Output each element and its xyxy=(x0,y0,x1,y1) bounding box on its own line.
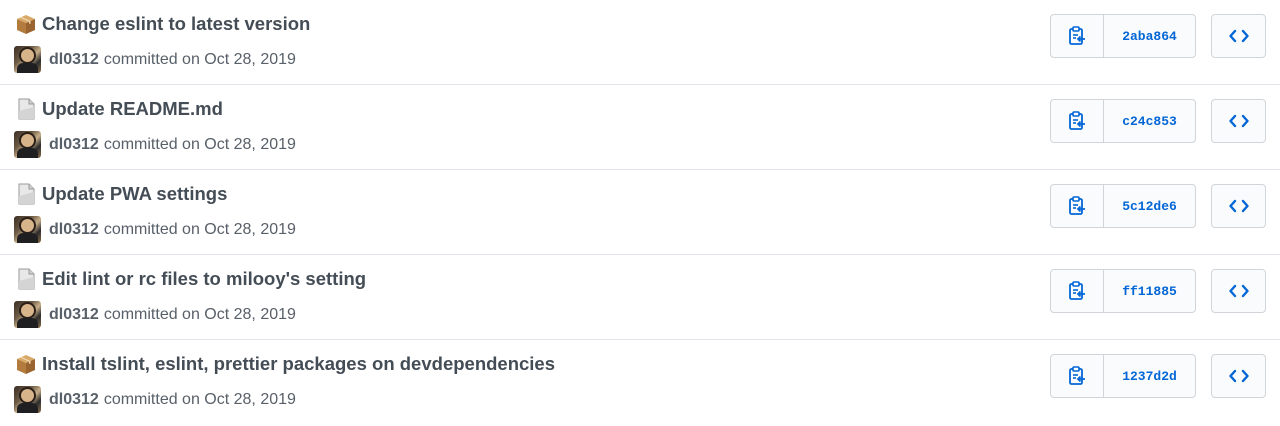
copy-sha-button[interactable] xyxy=(1051,100,1104,142)
commit-sha-group: 1237d2d xyxy=(1050,354,1196,398)
commit-date: committed on Oct 28, 2019 xyxy=(103,135,296,153)
commit-sha-link[interactable]: 2aba864 xyxy=(1104,15,1195,57)
clippy-icon xyxy=(1069,366,1085,385)
code-icon xyxy=(1228,29,1249,43)
commit-row: Update README.md dl0312 committed on Oct… xyxy=(0,85,1280,170)
page-icon xyxy=(14,267,38,291)
clippy-icon xyxy=(1069,196,1085,215)
copy-sha-button[interactable] xyxy=(1051,15,1104,57)
package-icon xyxy=(14,12,38,36)
browse-files-button[interactable] xyxy=(1211,184,1266,228)
avatar[interactable] xyxy=(14,131,41,158)
copy-sha-button[interactable] xyxy=(1051,185,1104,227)
clippy-icon xyxy=(1069,26,1085,45)
browse-files-button[interactable] xyxy=(1211,269,1266,313)
code-icon xyxy=(1228,284,1249,298)
commit-sha-group: c24c853 xyxy=(1050,99,1196,143)
commit-title[interactable]: Change eslint to latest version xyxy=(14,12,310,36)
clippy-icon xyxy=(1069,111,1085,130)
code-icon xyxy=(1228,114,1249,128)
commit-date: committed on Oct 28, 2019 xyxy=(103,390,296,408)
commit-author[interactable]: dl0312 xyxy=(49,391,99,409)
page-icon xyxy=(14,97,38,121)
commit-sha-group: 2aba864 xyxy=(1050,14,1196,58)
commit-message[interactable]: Install tslint, eslint, prettier package… xyxy=(42,353,555,375)
commit-author[interactable]: dl0312 xyxy=(49,221,99,239)
commit-author[interactable]: dl0312 xyxy=(49,136,99,154)
commit-meta: dl0312 committed on Oct 28, 2019 xyxy=(14,386,296,413)
commit-meta: dl0312 committed on Oct 28, 2019 xyxy=(14,216,296,243)
commit-list: Change eslint to latest version dl0312 c… xyxy=(0,0,1280,425)
commit-row: Change eslint to latest version dl0312 c… xyxy=(0,0,1280,85)
commit-row: Edit lint or rc files to milooy's settin… xyxy=(0,255,1280,340)
commit-title[interactable]: Install tslint, eslint, prettier package… xyxy=(14,352,555,376)
commit-message[interactable]: Change eslint to latest version xyxy=(42,13,310,35)
commit-author[interactable]: dl0312 xyxy=(49,51,99,69)
commit-meta: dl0312 committed on Oct 28, 2019 xyxy=(14,131,296,158)
code-icon xyxy=(1228,369,1249,383)
commit-sha-group: ff11885 xyxy=(1050,269,1196,313)
commit-title[interactable]: Update README.md xyxy=(14,97,223,121)
page-icon xyxy=(14,182,38,206)
browse-files-button[interactable] xyxy=(1211,354,1266,398)
commit-title[interactable]: Update PWA settings xyxy=(14,182,227,206)
commit-sha-link[interactable]: ff11885 xyxy=(1104,270,1195,312)
commit-date: committed on Oct 28, 2019 xyxy=(103,305,296,323)
commit-row: Install tslint, eslint, prettier package… xyxy=(0,340,1280,425)
package-icon xyxy=(14,352,38,376)
commit-sha-link[interactable]: 1237d2d xyxy=(1104,355,1195,397)
commit-sha-link[interactable]: c24c853 xyxy=(1104,100,1195,142)
browse-files-button[interactable] xyxy=(1211,99,1266,143)
commit-author[interactable]: dl0312 xyxy=(49,306,99,324)
commit-row: Update PWA settings dl0312 committed on … xyxy=(0,170,1280,255)
copy-sha-button[interactable] xyxy=(1051,355,1104,397)
commit-message[interactable]: Update README.md xyxy=(42,98,223,120)
avatar[interactable] xyxy=(14,386,41,413)
avatar[interactable] xyxy=(14,216,41,243)
avatar[interactable] xyxy=(14,46,41,73)
code-icon xyxy=(1228,199,1249,213)
commit-message[interactable]: Update PWA settings xyxy=(42,183,227,205)
commit-date: committed on Oct 28, 2019 xyxy=(103,50,296,68)
commit-meta: dl0312 committed on Oct 28, 2019 xyxy=(14,46,296,73)
commit-sha-link[interactable]: 5c12de6 xyxy=(1104,185,1195,227)
commit-sha-group: 5c12de6 xyxy=(1050,184,1196,228)
commit-meta: dl0312 committed on Oct 28, 2019 xyxy=(14,301,296,328)
browse-files-button[interactable] xyxy=(1211,14,1266,58)
commit-message[interactable]: Edit lint or rc files to milooy's settin… xyxy=(42,268,366,290)
commit-title[interactable]: Edit lint or rc files to milooy's settin… xyxy=(14,267,366,291)
copy-sha-button[interactable] xyxy=(1051,270,1104,312)
commit-date: committed on Oct 28, 2019 xyxy=(103,220,296,238)
avatar[interactable] xyxy=(14,301,41,328)
clippy-icon xyxy=(1069,281,1085,300)
